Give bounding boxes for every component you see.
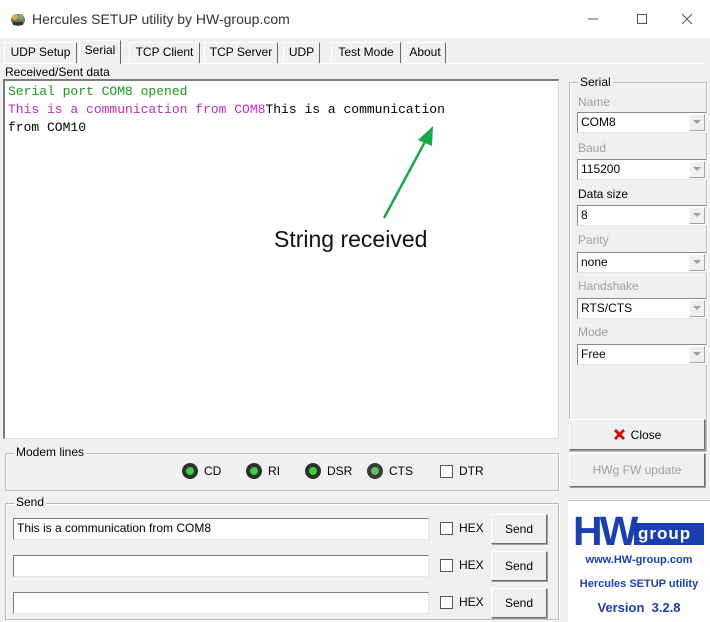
hercules-app-icon (11, 14, 25, 26)
hex-checkbox-1[interactable] (440, 522, 453, 535)
received-sent-label: Received/Sent data (5, 65, 110, 79)
hw-group-logo: HW group www.HW-group.com Hercules SETUP… (568, 500, 710, 622)
logo-url: www.HW-group.com (585, 554, 693, 566)
parity-label: Parity (578, 233, 609, 247)
dtr-label: DTR (459, 464, 484, 478)
mode-label: Mode (578, 325, 609, 339)
close-icon (681, 13, 693, 25)
close-port-label: Close (630, 427, 662, 442)
hex-label-1: HEX (459, 521, 484, 535)
name-label: Name (578, 95, 611, 109)
ri-indicator-led (246, 463, 262, 479)
cd-indicator-led (182, 463, 198, 479)
mode-value: Free (581, 347, 606, 361)
hwg-fw-update-label: HWg FW update (592, 463, 682, 477)
modem-lines-label: Modem lines (14, 445, 87, 459)
send-button-3[interactable]: Send (491, 588, 547, 618)
baud-label: Baud (578, 141, 607, 155)
send-input-3[interactable] (13, 592, 429, 614)
dtr-checkbox[interactable] (440, 465, 453, 478)
data-size-label: Data size (578, 187, 629, 201)
tab-about[interactable]: About (404, 42, 446, 63)
annotation-arrow (382, 126, 433, 219)
dsr-label: DSR (327, 464, 353, 478)
minimize-icon (588, 18, 598, 20)
received-line-1: Serial port COM8 opened (8, 84, 188, 99)
minimize-button[interactable] (570, 0, 616, 38)
send-input-2[interactable] (13, 555, 429, 577)
handshake-select[interactable]: RTS/CTS (577, 298, 707, 319)
baud-select[interactable]: 115200 (577, 159, 707, 180)
port-name-select[interactable]: COM8 (577, 112, 707, 133)
tab-tcp-server[interactable]: TCP Server (204, 42, 278, 63)
handshake-label: Handshake (578, 279, 639, 293)
cts-label: CTS (389, 464, 413, 478)
tab-udp[interactable]: UDP (283, 42, 320, 63)
cts-indicator-led (367, 463, 383, 479)
received-data-textarea[interactable]: Serial port COM8 opened This is a commun… (3, 79, 559, 439)
chevron-down-icon[interactable] (689, 254, 705, 271)
serial-group-label: Serial (578, 75, 613, 89)
chevron-down-icon[interactable] (689, 161, 705, 178)
maximize-button[interactable] (619, 0, 665, 38)
parity-select[interactable]: none (577, 252, 707, 273)
chevron-down-icon[interactable] (689, 346, 705, 363)
tab-serial[interactable]: Serial (79, 40, 121, 64)
received-line-2-received: This is a communication (265, 102, 445, 117)
tab-udp-setup[interactable]: UDP Setup (4, 42, 77, 63)
red-x-icon (613, 428, 625, 441)
baud-value: 115200 (581, 162, 621, 176)
hex-label-2: HEX (459, 558, 484, 572)
send-button-2[interactable]: Send (491, 551, 547, 581)
ri-label: RI (268, 464, 280, 478)
received-line-3: from COM10 (8, 120, 87, 135)
hwg-fw-update-button[interactable]: HWg FW update (569, 453, 705, 487)
chevron-down-icon[interactable] (689, 114, 705, 131)
close-window-button[interactable] (664, 0, 710, 38)
tab-test-mode[interactable]: Test Mode (331, 42, 401, 63)
cd-label: CD (204, 464, 222, 478)
svg-text:HW: HW (573, 508, 639, 551)
send-group-label: Send (14, 495, 47, 509)
close-port-button[interactable]: Close (569, 419, 705, 450)
send-input-1[interactable]: This is a communication from COM8 (13, 518, 429, 540)
dsr-indicator-led (305, 463, 321, 479)
hex-label-3: HEX (459, 595, 484, 609)
chevron-down-icon[interactable] (689, 300, 705, 317)
data-size-select[interactable]: 8 (577, 205, 707, 226)
annotation-label: String received (274, 226, 428, 252)
logo-version: Version 3.2.8 (597, 600, 681, 615)
logo-product: Hercules SETUP utility (579, 578, 699, 590)
mode-select[interactable]: Free (577, 344, 707, 365)
hex-checkbox-3[interactable] (440, 596, 453, 609)
maximize-icon (637, 14, 647, 24)
window-title: Hercules SETUP utility by HW-group.com (32, 11, 290, 27)
hex-checkbox-2[interactable] (440, 559, 453, 572)
received-line-2-sent: This is a communication from COM8 (8, 102, 266, 117)
data-size-value: 8 (581, 208, 588, 222)
logo-brand-text: group (638, 524, 692, 543)
handshake-value: RTS/CTS (581, 301, 633, 315)
port-name-value: COM8 (581, 115, 616, 129)
chevron-down-icon[interactable] (689, 207, 705, 224)
tab-tcp-client[interactable]: TCP Client (129, 42, 200, 63)
send-button-1[interactable]: Send (491, 514, 547, 544)
parity-value: none (581, 255, 608, 269)
